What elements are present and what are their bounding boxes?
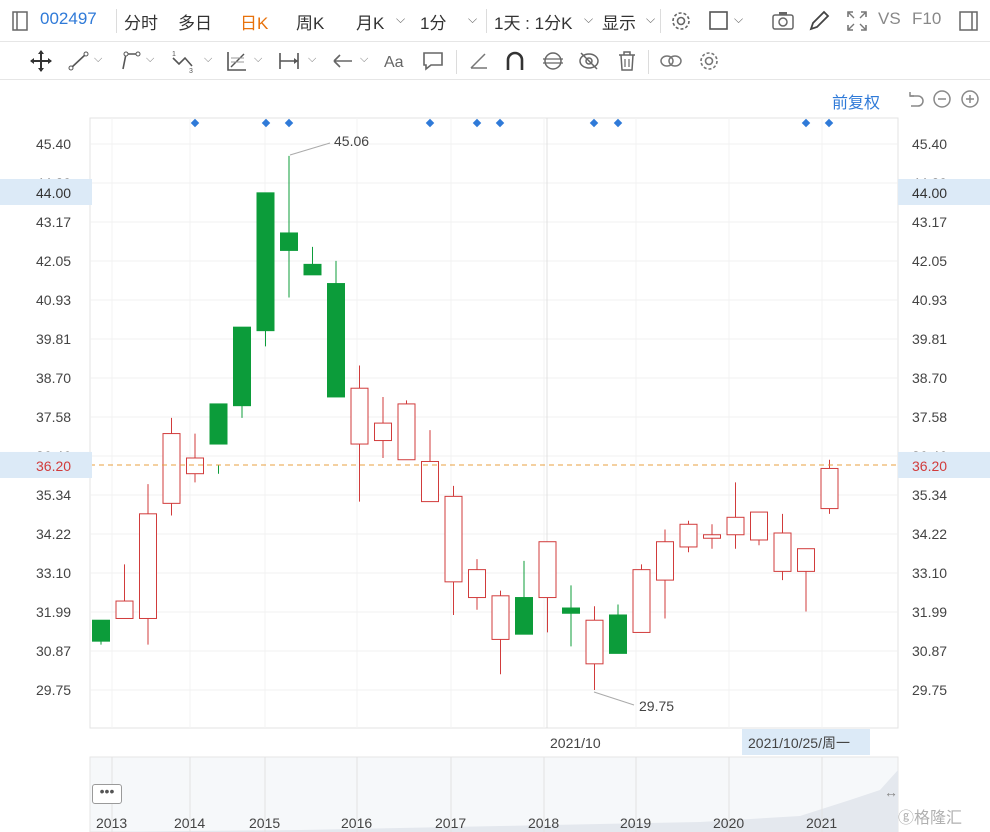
- crosshair-price-label-left: 36.20: [36, 458, 71, 474]
- candle-body-up: [397, 403, 416, 461]
- watermark-logo: ⓖ格隆汇: [898, 810, 963, 827]
- candle-body-up: [726, 516, 745, 536]
- candle-body-up: [421, 460, 439, 503]
- candle-body-down: [515, 597, 533, 635]
- candle-body-up: [538, 541, 557, 599]
- upper-price-label-left: 44.00: [36, 185, 71, 201]
- y-tick-label-right: 42.05: [912, 253, 947, 269]
- upper-price-label-right: 44.00: [912, 185, 947, 201]
- y-tick-label-right: 37.58: [912, 409, 947, 425]
- candle-body-up: [585, 619, 604, 665]
- y-tick-label-right: 35.34: [912, 487, 947, 503]
- candle-body-up: [374, 422, 392, 442]
- price-adjust-toggle[interactable]: 前复权: [832, 89, 880, 113]
- navigator-resize-icon[interactable]: ↔: [884, 784, 898, 800]
- x-year-label: 2020: [713, 815, 744, 831]
- x-year-label: 2019: [620, 815, 651, 831]
- y-tick-label-left: 43.17: [36, 214, 71, 230]
- x-year-label: 2013: [96, 815, 127, 831]
- x-year-label: 2017: [435, 815, 466, 831]
- stock-chart-app: 002497 分时 多日 日K 周K 月K ⌵ 1分 ⌵ 1天 : 1分K ⌵ …: [0, 0, 990, 832]
- x-year-label: 2021: [806, 815, 837, 831]
- y-tick-label-left: 30.87: [36, 643, 71, 659]
- undo-icon[interactable]: [905, 89, 925, 109]
- candle-body-down: [562, 607, 580, 614]
- y-tick-label-right: 31.99: [912, 604, 947, 620]
- candle-body-up: [820, 467, 839, 510]
- candle-body-up: [703, 534, 721, 539]
- candle-body-up: [773, 532, 792, 572]
- y-tick-label-left: 35.34: [36, 487, 71, 503]
- candle-body-up: [656, 541, 674, 581]
- candle-body-up: [115, 600, 134, 619]
- y-tick-label-right: 33.10: [912, 565, 947, 581]
- candle-body-up: [491, 595, 510, 640]
- x-year-label: 2015: [249, 815, 280, 831]
- low-price-label: 29.75: [639, 698, 674, 714]
- candle-body-up: [444, 495, 463, 583]
- y-tick-label-right: 29.75: [912, 682, 947, 698]
- date-label: 2021/10/25/周一: [748, 735, 850, 751]
- y-tick-label-left: 34.22: [36, 526, 71, 542]
- candle-body-up: [750, 511, 768, 541]
- y-tick-label-right: 45.40: [912, 136, 947, 152]
- y-tick-label-left: 33.10: [36, 565, 71, 581]
- y-tick-label-left: 39.81: [36, 331, 71, 347]
- vertical-marker-label: 2021/10: [550, 735, 601, 751]
- navigator-handle[interactable]: •••: [92, 784, 122, 804]
- candle-body-down: [256, 192, 275, 332]
- x-year-label: 2018: [528, 815, 559, 831]
- candle-body-up: [186, 457, 204, 475]
- y-tick-label-right: 34.22: [912, 526, 947, 542]
- candle-body-down: [303, 263, 322, 276]
- candle-body-up: [468, 569, 486, 599]
- y-tick-label-left: 38.70: [36, 370, 71, 386]
- x-year-label: 2016: [341, 815, 372, 831]
- zoom-out-icon[interactable]: [932, 89, 952, 109]
- crosshair-price-label-right: 36.20: [912, 458, 947, 474]
- y-tick-label-left: 40.93: [36, 292, 71, 308]
- x-year-label: 2014: [174, 815, 205, 831]
- y-tick-label-left: 42.05: [36, 253, 71, 269]
- y-tick-label-left: 29.75: [36, 682, 71, 698]
- candle-body-down: [609, 614, 627, 654]
- candle-body-down: [233, 326, 251, 407]
- y-tick-label-right: 43.17: [912, 214, 947, 230]
- y-tick-label-right: 40.93: [912, 292, 947, 308]
- candlestick-chart[interactable]: 45.4045.4044.2944.2943.1743.1742.0542.05…: [0, 0, 990, 832]
- candle-body-down: [280, 232, 298, 251]
- candle-body-down: [209, 403, 228, 445]
- y-tick-label-right: 38.70: [912, 370, 947, 386]
- y-tick-label-left: 45.40: [36, 136, 71, 152]
- candle-body-up: [632, 569, 651, 633]
- candle-body-up: [797, 548, 815, 572]
- candle-body-up: [162, 433, 181, 504]
- candle-body-down: [92, 619, 110, 642]
- high-price-label: 45.06: [334, 133, 369, 149]
- candle-body-up: [679, 523, 698, 548]
- candle-body-up: [350, 387, 369, 445]
- y-tick-label-left: 31.99: [36, 604, 71, 620]
- y-tick-label-right: 39.81: [912, 331, 947, 347]
- candle-body-down: [327, 283, 345, 398]
- y-tick-label-left: 37.58: [36, 409, 71, 425]
- y-tick-label-right: 30.87: [912, 643, 947, 659]
- candle-body-up: [139, 513, 157, 619]
- zoom-in-icon[interactable]: [960, 89, 980, 109]
